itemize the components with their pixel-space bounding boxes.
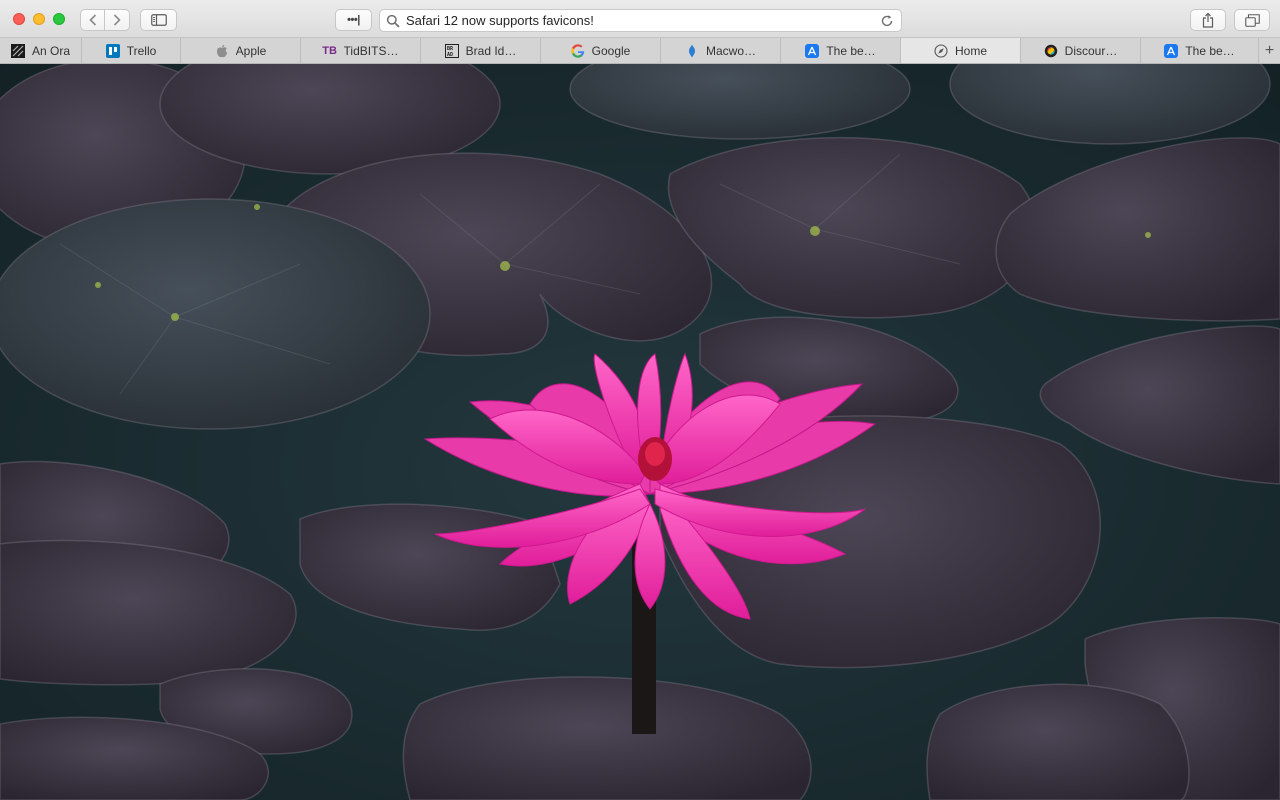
tab-trello[interactable]: Trello bbox=[82, 38, 181, 63]
brad-icon: BR AD bbox=[444, 43, 459, 58]
svg-text:AD: AD bbox=[447, 52, 453, 57]
tab-brad[interactable]: BR AD Brad Id… bbox=[421, 38, 541, 63]
show-all-tabs-button[interactable] bbox=[1234, 9, 1270, 31]
tab-google[interactable]: Google bbox=[541, 38, 661, 63]
app-store-icon bbox=[805, 43, 820, 58]
address-text: Safari 12 now supports favicons! bbox=[406, 13, 594, 28]
tab-label: Home bbox=[954, 43, 987, 58]
discourse-icon bbox=[1044, 44, 1058, 58]
tab-macworld[interactable]: Macwo… bbox=[661, 38, 781, 63]
tidbits-icon: TB bbox=[322, 44, 337, 57]
trello-icon bbox=[105, 43, 120, 58]
tab-label: Trello bbox=[126, 43, 157, 58]
tab-label: Apple bbox=[235, 43, 267, 58]
back-button[interactable] bbox=[81, 10, 106, 30]
tab-tidbits[interactable]: TB TidBITS… bbox=[301, 38, 421, 63]
macworld-icon bbox=[685, 44, 699, 58]
app-store-icon bbox=[1164, 43, 1179, 58]
tab-label: TidBITS… bbox=[343, 43, 399, 58]
minimize-window-button[interactable] bbox=[33, 13, 45, 25]
tab-app-store-2[interactable]: The be… bbox=[1141, 38, 1259, 63]
sidebar-toggle-button[interactable] bbox=[140, 9, 177, 31]
tab-label: Brad Id… bbox=[465, 43, 517, 58]
tab-oracle[interactable]: An Ora bbox=[0, 38, 82, 63]
sidebar-icon bbox=[150, 14, 167, 26]
tab-label: The be… bbox=[1185, 43, 1235, 58]
lotus-stamens bbox=[638, 437, 672, 481]
tab-discourse[interactable]: Discour… bbox=[1021, 38, 1141, 63]
start-page-background bbox=[0, 64, 1280, 800]
extensions-button[interactable]: •••| bbox=[335, 9, 372, 31]
tab-home-active[interactable]: Home bbox=[901, 38, 1021, 63]
tab-label: Discour… bbox=[1064, 43, 1118, 58]
tab-apple[interactable]: Apple bbox=[181, 38, 301, 63]
search-icon bbox=[386, 14, 400, 27]
oracle-favicon-icon bbox=[10, 43, 25, 58]
close-window-button[interactable] bbox=[13, 13, 25, 25]
reload-icon[interactable] bbox=[879, 13, 895, 29]
zoom-window-button[interactable] bbox=[53, 13, 65, 25]
browser-toolbar: •••| Safari 12 now supports favicons! bbox=[0, 0, 1280, 38]
tab-label: The be… bbox=[826, 43, 876, 58]
share-icon bbox=[1202, 12, 1214, 28]
chevron-left-icon bbox=[88, 14, 96, 26]
lotus-photo bbox=[0, 64, 1280, 800]
apple-icon bbox=[215, 44, 229, 58]
address-bar[interactable]: Safari 12 now supports favicons! bbox=[379, 9, 902, 32]
compass-icon bbox=[934, 43, 948, 58]
plus-icon: + bbox=[1264, 41, 1275, 59]
tab-label: An Ora bbox=[31, 43, 70, 58]
tab-app-store-1[interactable]: The be… bbox=[781, 38, 901, 63]
tab-bar: An Ora Trello Apple TB TidBITS… BR AD Bra… bbox=[0, 38, 1280, 64]
more-label: •••| bbox=[347, 14, 360, 26]
tab-label: Google bbox=[591, 43, 631, 58]
tab-label: Macwo… bbox=[705, 43, 756, 58]
google-icon bbox=[571, 43, 585, 58]
forward-button[interactable] bbox=[105, 10, 129, 30]
chevron-right-icon bbox=[113, 14, 121, 26]
new-tab-button[interactable]: + bbox=[1259, 38, 1280, 63]
navigation-buttons bbox=[80, 9, 130, 31]
share-button[interactable] bbox=[1190, 9, 1226, 31]
tabs-overview-icon bbox=[1244, 13, 1260, 27]
